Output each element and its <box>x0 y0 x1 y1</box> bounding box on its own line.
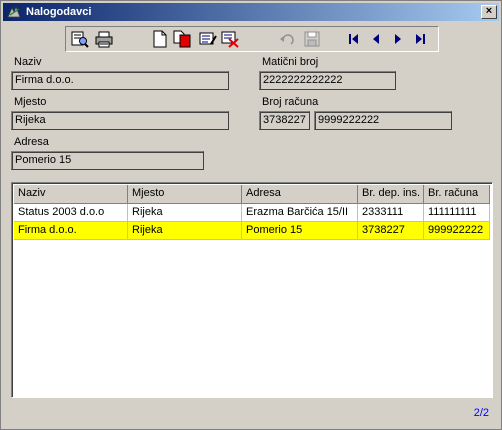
grid-header: Naziv Mjesto Adresa Br. dep. ins. Br. ra… <box>14 185 490 204</box>
search-icon <box>71 31 89 48</box>
first-record-button[interactable] <box>344 29 364 49</box>
window-title: Nalogodavci <box>26 6 92 18</box>
nalogodavci-window: Nalogodavci × Naziv Firma d.o.o. Matični… <box>0 0 502 430</box>
adresa-label: Adresa <box>14 136 49 148</box>
cell-br-dep-ins: 2333111 <box>358 204 424 222</box>
close-button[interactable]: × <box>481 5 497 19</box>
mjesto-label: Mjesto <box>14 96 47 108</box>
first-record-icon <box>349 34 358 44</box>
mjesto-field[interactable]: Rijeka <box>11 111 229 130</box>
previous-record-icon <box>373 34 379 44</box>
broj-racuna-account-field[interactable]: 9999222222 <box>314 111 452 130</box>
adresa-field[interactable]: Pomerio 15 <box>11 151 204 170</box>
broj-racuna-label: Broj računa <box>262 96 319 108</box>
save-button[interactable] <box>302 29 322 49</box>
previous-record-button[interactable] <box>366 29 386 49</box>
toolbar <box>65 26 439 52</box>
naziv-field[interactable]: Firma d.o.o. <box>11 71 229 90</box>
nalogodavci-grid[interactable]: Naziv Mjesto Adresa Br. dep. ins. Br. ra… <box>11 182 493 398</box>
next-record-icon <box>395 34 401 44</box>
copy-document-icon <box>173 30 191 48</box>
cell-naziv: Firma d.o.o. <box>14 222 128 240</box>
new-document-icon <box>153 30 167 48</box>
column-header-br-dep-ins[interactable]: Br. dep. ins. <box>358 185 424 204</box>
print-button[interactable] <box>94 29 114 49</box>
column-header-adresa[interactable]: Adresa <box>242 185 358 204</box>
column-header-mjesto[interactable]: Mjesto <box>128 185 242 204</box>
naziv-label: Naziv <box>14 56 42 68</box>
undo-button[interactable] <box>278 29 298 49</box>
edit-icon <box>199 32 217 45</box>
cell-br-racuna: 999922222 <box>424 222 490 240</box>
new-button[interactable] <box>150 29 170 49</box>
table-row[interactable]: Status 2003 d.o.o Rijeka Erazma Barčića … <box>14 204 490 222</box>
last-record-button[interactable] <box>410 29 430 49</box>
save-icon <box>304 31 320 47</box>
column-header-naziv[interactable]: Naziv <box>14 185 128 204</box>
app-icon <box>6 5 22 19</box>
edit-button[interactable] <box>198 29 218 49</box>
cell-br-dep-ins: 3738227 <box>358 222 424 240</box>
maticni-broj-field[interactable]: 2222222222222 <box>259 71 396 90</box>
table-row-selected[interactable]: Firma d.o.o. Rijeka Pomerio 15 3738227 9… <box>14 222 490 240</box>
last-record-icon <box>416 34 425 44</box>
cell-adresa: Pomerio 15 <box>242 222 358 240</box>
cell-mjesto: Rijeka <box>128 222 242 240</box>
cell-br-racuna: 111111111 <box>424 204 490 222</box>
maticni-broj-label: Matični broj <box>262 56 319 68</box>
print-icon <box>95 31 113 48</box>
title-bar[interactable]: Nalogodavci × <box>3 3 499 21</box>
next-record-button[interactable] <box>388 29 408 49</box>
record-counter: 2/2 <box>473 407 489 419</box>
search-button[interactable] <box>70 29 90 49</box>
undo-icon <box>280 34 294 45</box>
cell-mjesto: Rijeka <box>128 204 242 222</box>
copy-button[interactable] <box>172 29 192 49</box>
delete-button[interactable] <box>220 29 240 49</box>
delete-icon <box>221 31 239 48</box>
cell-naziv: Status 2003 d.o.o <box>14 204 128 222</box>
column-header-br-racuna[interactable]: Br. računa <box>424 185 490 204</box>
broj-racuna-prefix-field[interactable]: 3738227 <box>259 111 310 130</box>
cell-adresa: Erazma Barčića 15/II <box>242 204 358 222</box>
